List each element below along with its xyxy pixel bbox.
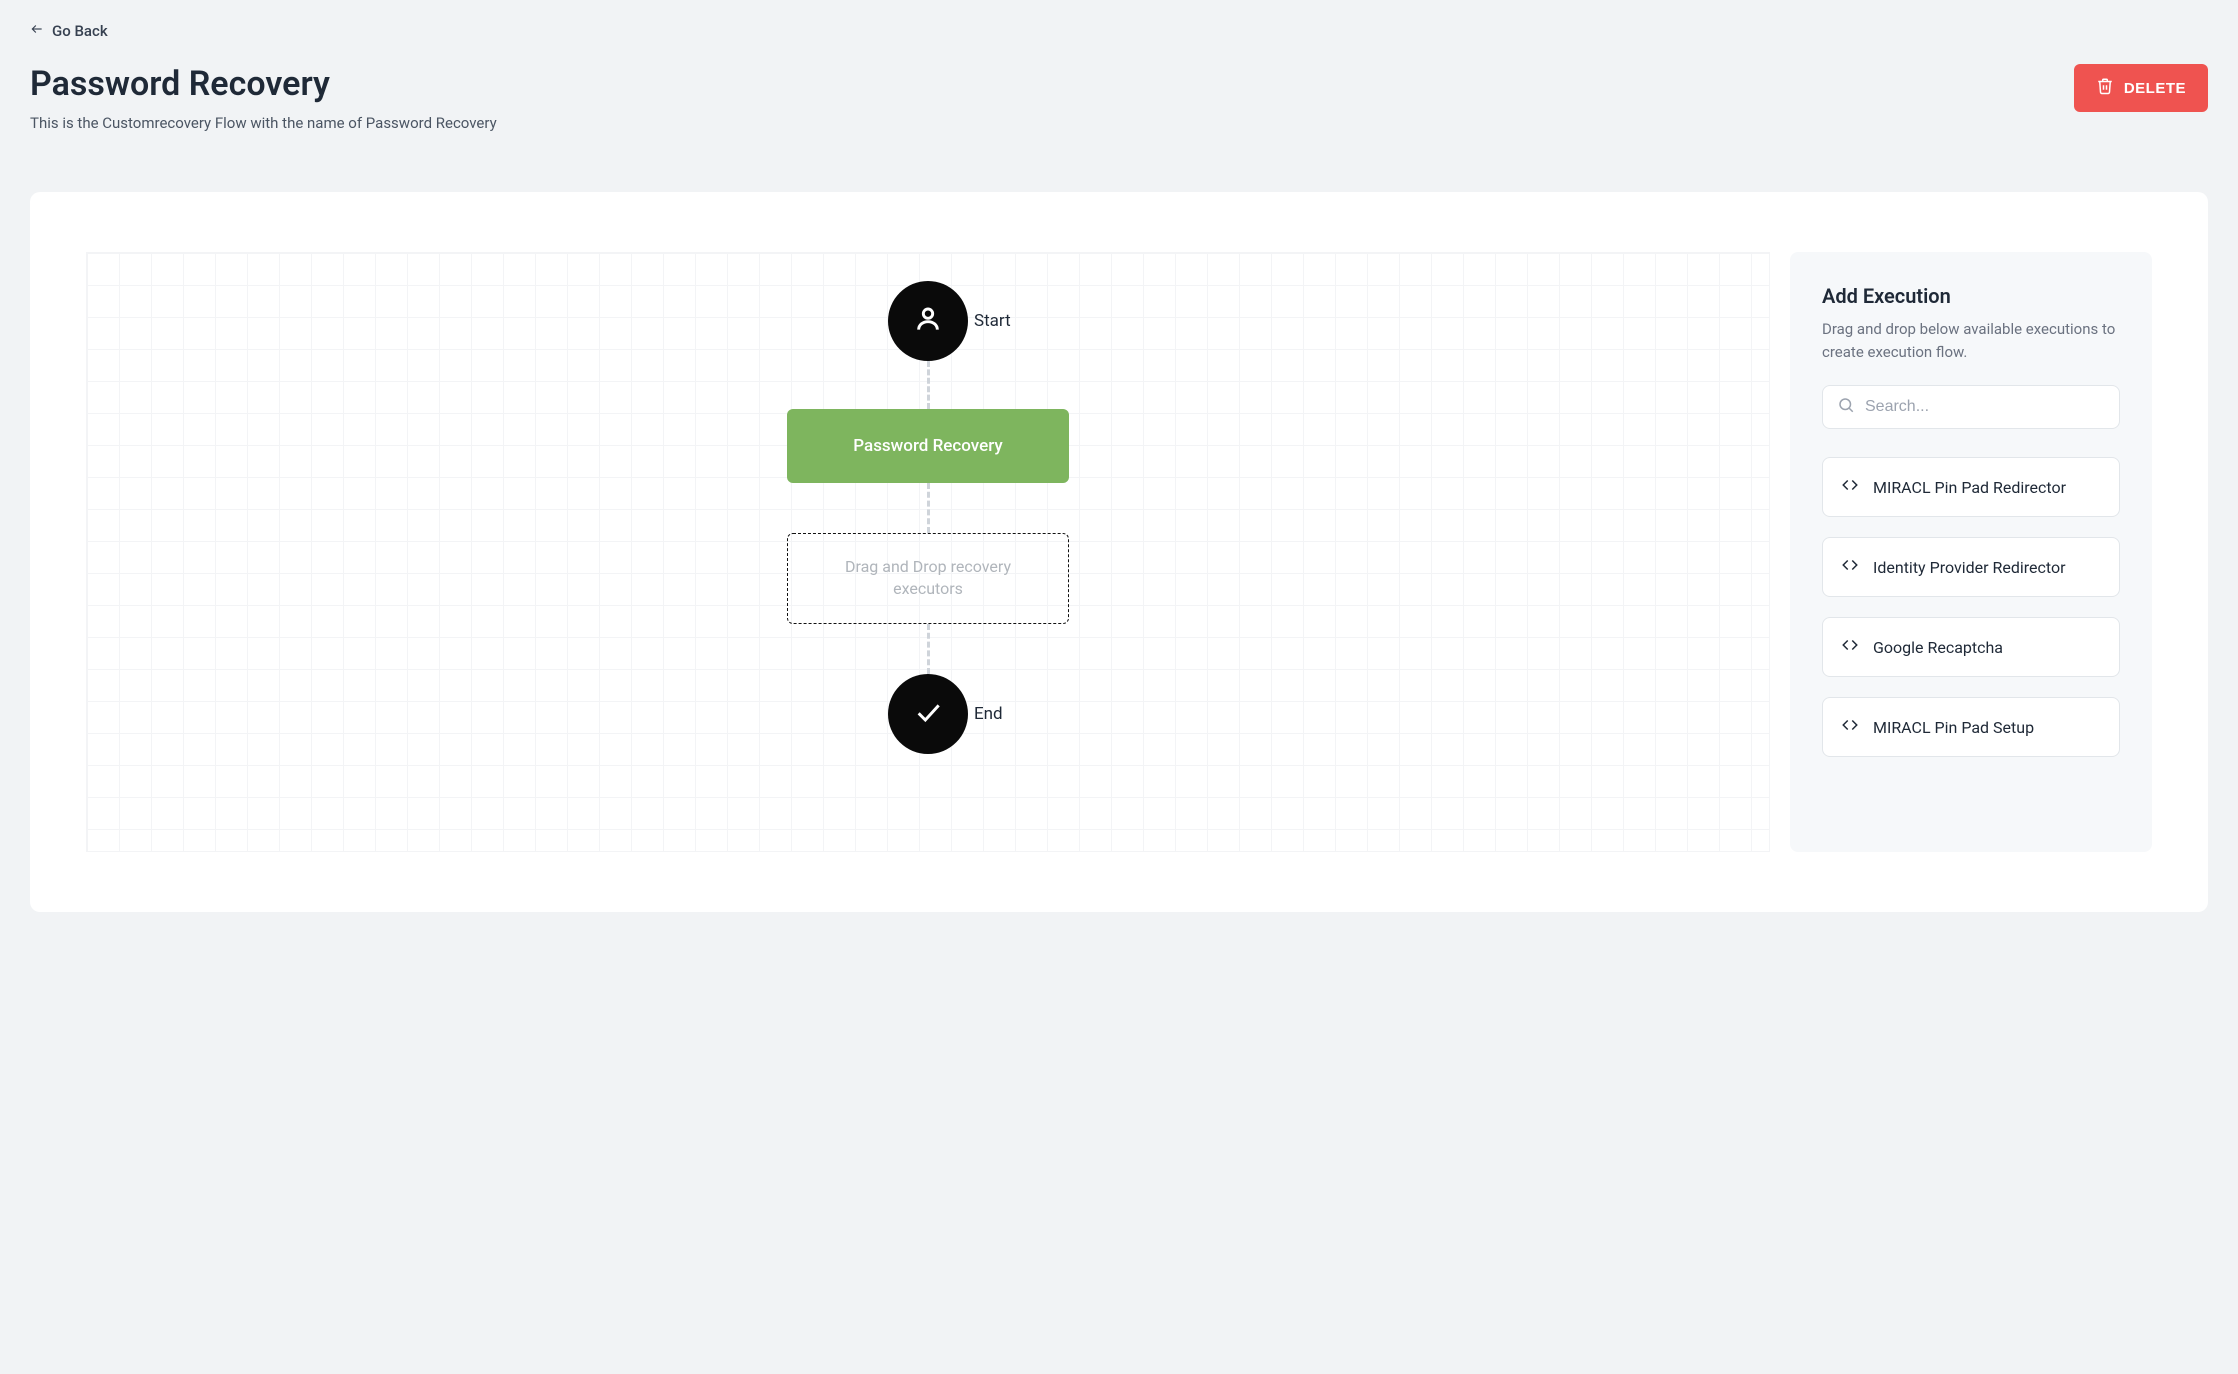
execution-list: MIRACL Pin Pad Redirector Identity Provi… bbox=[1822, 457, 2120, 757]
arrow-left-icon bbox=[30, 22, 44, 40]
page-subtitle: This is the Customrecovery Flow with the… bbox=[30, 114, 497, 132]
go-back-link[interactable]: Go Back bbox=[30, 20, 108, 46]
execution-item[interactable]: Google Recaptcha bbox=[1822, 617, 2120, 677]
flow-dropzone[interactable]: Drag and Drop recovery executors bbox=[787, 533, 1069, 624]
end-node-label: End bbox=[974, 704, 1003, 724]
execution-item-label: MIRACL Pin Pad Redirector bbox=[1873, 478, 2066, 497]
code-icon bbox=[1841, 556, 1859, 578]
execution-item[interactable]: Identity Provider Redirector bbox=[1822, 537, 2120, 597]
flow-connector bbox=[927, 361, 930, 409]
search-input[interactable] bbox=[1865, 398, 2105, 416]
delete-button-label: DELETE bbox=[2124, 80, 2186, 97]
panel-title: Add Execution bbox=[1822, 284, 2120, 308]
page-title: Password Recovery bbox=[30, 64, 497, 104]
flow-block-label: Password Recovery bbox=[853, 436, 1002, 456]
end-node[interactable]: End bbox=[888, 674, 968, 754]
add-execution-panel: Add Execution Drag and drop below availa… bbox=[1790, 252, 2152, 852]
trash-icon bbox=[2096, 77, 2114, 99]
search-field-wrapper[interactable] bbox=[1822, 385, 2120, 429]
search-icon bbox=[1837, 396, 1855, 418]
go-back-label: Go Back bbox=[52, 22, 108, 40]
flow-dropzone-text: Drag and Drop recovery executors bbox=[845, 557, 1011, 598]
flow-canvas[interactable]: Start Password Recovery Drag and Drop re… bbox=[86, 252, 1770, 852]
code-icon bbox=[1841, 636, 1859, 658]
user-icon bbox=[912, 303, 944, 339]
start-node[interactable]: Start bbox=[888, 281, 968, 361]
flow-connector bbox=[927, 483, 930, 533]
delete-button[interactable]: DELETE bbox=[2074, 64, 2208, 112]
execution-item-label: MIRACL Pin Pad Setup bbox=[1873, 718, 2034, 737]
check-icon bbox=[912, 696, 944, 732]
flow-connector bbox=[927, 624, 930, 674]
execution-item-label: Google Recaptcha bbox=[1873, 638, 2003, 657]
panel-description: Drag and drop below available executions… bbox=[1822, 318, 2120, 363]
execution-item[interactable]: MIRACL Pin Pad Setup bbox=[1822, 697, 2120, 757]
code-icon bbox=[1841, 716, 1859, 738]
execution-item[interactable]: MIRACL Pin Pad Redirector bbox=[1822, 457, 2120, 517]
code-icon bbox=[1841, 476, 1859, 498]
main-card: Start Password Recovery Drag and Drop re… bbox=[30, 192, 2208, 912]
flow-block-password-recovery[interactable]: Password Recovery bbox=[787, 409, 1069, 483]
execution-item-label: Identity Provider Redirector bbox=[1873, 558, 2066, 577]
start-node-label: Start bbox=[974, 311, 1011, 331]
